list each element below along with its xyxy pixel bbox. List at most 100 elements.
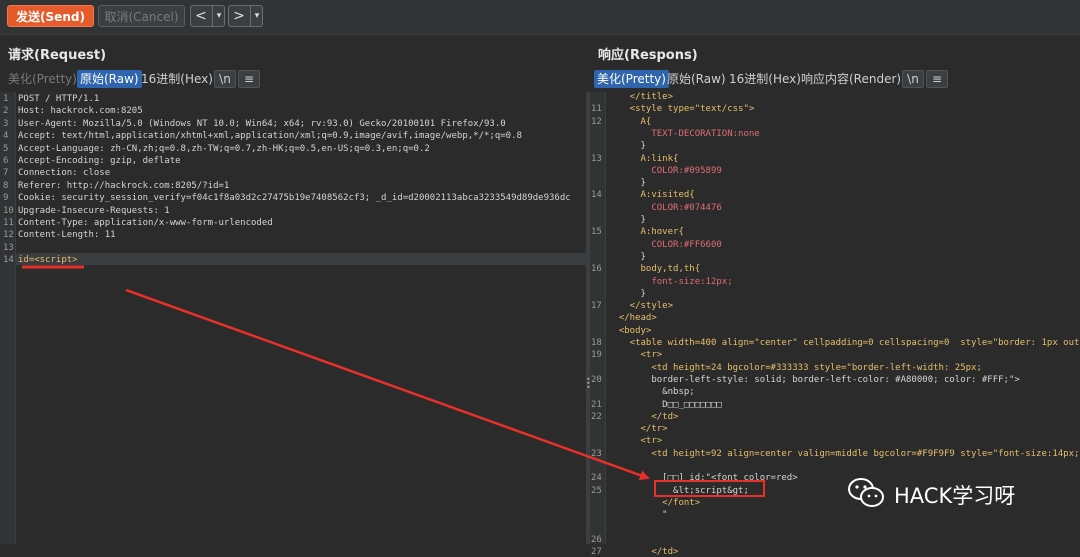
request-menu-icon[interactable]: ≡: [238, 70, 260, 88]
code-line: COLOR:#095899: [608, 165, 722, 176]
line-number: 23: [591, 448, 602, 459]
code-line: }: [608, 141, 646, 152]
send-button[interactable]: 发送(Send): [7, 5, 94, 27]
line-number: 8: [3, 180, 9, 191]
line-number: 26: [591, 534, 602, 545]
code-line: <body>: [608, 325, 652, 336]
code-line: TEXT-DECORATION:none: [608, 128, 760, 139]
line-number: 14: [591, 190, 602, 201]
code-line: }: [608, 288, 646, 299]
back-nav-group: < ▾: [190, 5, 225, 27]
code-line: D□□_□□□□□□□: [608, 399, 722, 410]
line-number: 25: [591, 485, 602, 496]
line-number: 13: [3, 242, 14, 253]
request-editor[interactable]: 1 POST / HTTP/1.1 2 Host: hackrock.com:8205…: [0, 92, 586, 544]
code-line: User-Agent: Mozilla/5.0 (Windows NT 10.0…: [18, 118, 506, 129]
code-line: <td height=24 bgcolor=#333333 style="bor…: [608, 362, 982, 373]
code-line: COLOR:#FF6600: [608, 239, 722, 250]
code-line: <td height=92 align=center valign=middle…: [608, 448, 1080, 459]
code-line: POST / HTTP/1.1: [18, 94, 100, 104]
cancel-button[interactable]: 取消(Cancel): [98, 5, 185, 27]
code-line: </head>: [608, 313, 657, 324]
code-line: </title>: [608, 92, 674, 102]
code-line: body,td,th{: [608, 264, 701, 275]
line-number: 3: [3, 118, 9, 129]
line-number: 17: [591, 301, 602, 312]
request-tab-hex[interactable]: 16进制(Hex): [138, 70, 216, 88]
line-number: 10: [3, 205, 14, 216]
forward-nav-group: > ▾: [228, 5, 263, 27]
code-line: A:hover{: [608, 227, 684, 238]
response-tab-hex[interactable]: 16进制(Hex): [726, 70, 804, 88]
code-line: Content-Length: 11: [18, 230, 116, 241]
line-number: 27: [591, 547, 602, 557]
code-line: [□□] id:"<font color=red>: [608, 473, 798, 484]
forward-button[interactable]: >: [229, 6, 249, 26]
code-line: A:visited{: [608, 190, 695, 201]
request-tab-pretty[interactable]: 美化(Pretty): [5, 70, 80, 88]
code-line: A:link{: [608, 153, 679, 164]
code-line: Cookie: security_session_verify=f04c1f8a…: [18, 193, 571, 204]
line-number: 18: [591, 338, 602, 348]
line-number: 15: [591, 227, 602, 238]
code-line: Connection: close: [18, 168, 111, 179]
line-number: 12: [3, 230, 14, 241]
request-title: 请求(Request): [8, 48, 107, 63]
toolbar: 发送(Send) 取消(Cancel) < ▾ > ▾: [0, 0, 1080, 35]
code-line: }: [608, 215, 646, 225]
code-line: </td>: [608, 411, 679, 422]
code-line: font-size:12px;: [608, 276, 733, 287]
code-line: </font>: [608, 497, 701, 508]
response-tab-pretty[interactable]: 美化(Pretty): [594, 70, 669, 88]
code-line: ": [608, 510, 668, 521]
response-title: 响应(Respons): [598, 48, 698, 63]
line-number: 14: [3, 255, 14, 266]
line-number: 11: [591, 104, 602, 115]
watermark: HACK学习呀: [846, 474, 1066, 514]
code-line: border-left-style: solid; border-left-co…: [608, 374, 1020, 385]
line-number: 9: [3, 193, 9, 204]
response-menu-icon[interactable]: ≡: [926, 70, 948, 88]
response-tab-raw[interactable]: 原始(Raw): [664, 70, 729, 88]
code-line: Host: hackrock.com:8205: [18, 106, 143, 117]
code-line: id=<script>: [18, 255, 78, 266]
line-number: 11: [3, 218, 14, 228]
line-number: 19: [591, 350, 602, 361]
code-line: COLOR:#074476: [608, 202, 722, 213]
watermark-text: HACK学习呀: [894, 484, 1016, 508]
code-line: <table width=400 align="center" cellpadd…: [608, 338, 1080, 348]
code-line: &nbsp;: [608, 387, 695, 398]
current-line-highlight: [15, 253, 586, 265]
code-line: }: [608, 178, 646, 189]
code-line: <tr>: [608, 350, 663, 361]
line-number: 13: [591, 153, 602, 164]
response-newline-toggle[interactable]: \n: [902, 70, 924, 88]
request-newline-toggle[interactable]: \n: [214, 70, 236, 88]
code-line: </td>: [608, 547, 679, 557]
line-number: 6: [3, 156, 9, 166]
line-number: 12: [591, 116, 602, 127]
code-line: <tr>: [608, 436, 663, 447]
line-number: 20: [591, 374, 602, 385]
back-history-dropdown-icon[interactable]: ▾: [212, 6, 225, 26]
line-number: 22: [591, 411, 602, 422]
back-button[interactable]: <: [191, 6, 211, 26]
code-line: &lt;script&gt;: [608, 485, 749, 496]
code-line: </style>: [608, 301, 674, 312]
code-line: </tr>: [608, 424, 668, 435]
code-line: Accept-Encoding: gzip, deflate: [18, 156, 181, 166]
line-number: 21: [591, 399, 602, 410]
code-line: Accept-Language: zh-CN,zh;q=0.8,zh-TW;q=…: [18, 143, 430, 154]
request-tab-raw[interactable]: 原始(Raw): [77, 70, 142, 88]
code-line: Upgrade-Insecure-Requests: 1: [18, 205, 170, 216]
line-number: 7: [3, 168, 9, 179]
wechat-icon: [848, 478, 884, 507]
forward-history-dropdown-icon[interactable]: ▾: [250, 6, 263, 26]
line-number: 2: [3, 106, 9, 117]
response-tab-render[interactable]: 响应内容(Render): [798, 70, 904, 88]
code-line: A{: [608, 116, 652, 127]
line-number: 16: [591, 264, 602, 275]
code-line: Referer: http://hackrock.com:8205/?id=1: [18, 180, 230, 191]
line-number: 4: [3, 131, 9, 142]
line-number: 24: [591, 473, 602, 484]
